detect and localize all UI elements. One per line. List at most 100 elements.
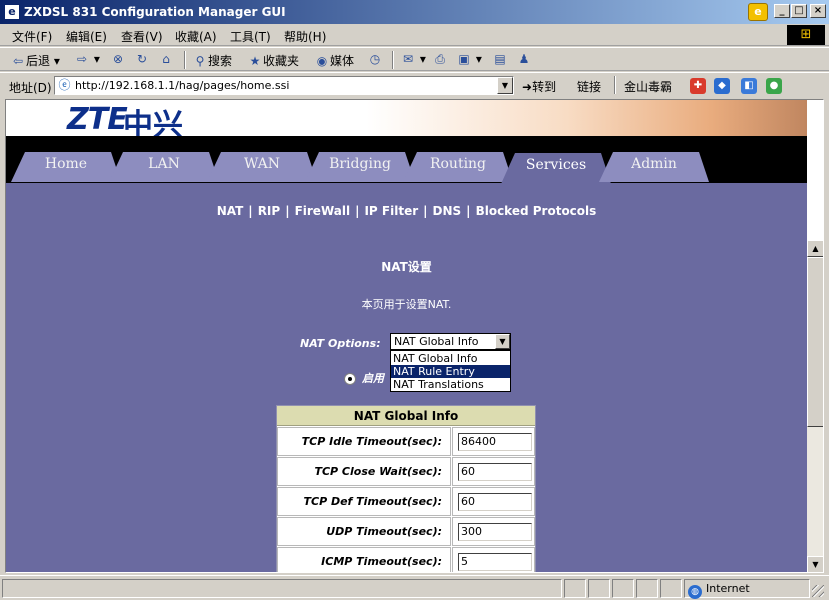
mail-icon: ✉ bbox=[402, 52, 414, 66]
edit-button[interactable]: ▣ ▾ bbox=[456, 52, 482, 66]
nat-options-select[interactable]: NAT Global Info ▼ bbox=[390, 333, 511, 350]
menu-file[interactable]: 文件(F) bbox=[12, 28, 52, 45]
update-icon[interactable]: ◆ bbox=[714, 78, 730, 94]
scroll-up-button[interactable]: ▲ bbox=[807, 240, 823, 257]
shield-icon[interactable]: ● bbox=[766, 78, 782, 94]
radio-dot bbox=[348, 377, 352, 381]
menu-edit[interactable]: 编辑(E) bbox=[66, 28, 107, 45]
table-cell: 60 bbox=[452, 457, 535, 486]
close-button[interactable]: × bbox=[810, 4, 826, 18]
browser-toolbar: ⇦ 后退 ▾ ⇨ ▾ ⊗ ↻ ⌂ ⚲ 搜索 ★ 收藏夹 ◉ 媒体 ◷ ✉ ▾ ⎙ ▣ ▾… bbox=[0, 47, 829, 71]
home-button[interactable]: ⌂ bbox=[158, 52, 174, 66]
messenger-button[interactable]: ♟ bbox=[516, 52, 532, 66]
status-bar: ◍ Internet bbox=[0, 575, 829, 600]
ie-logo-icon: e bbox=[748, 3, 768, 21]
menu-bar: 文件(F) 编辑(E) 查看(V) 收藏(A) 工具(T) 帮助(H) ⊞ bbox=[0, 24, 829, 46]
forward-button[interactable]: ⇨ ▾ bbox=[74, 52, 100, 66]
minimize-button[interactable]: _ bbox=[774, 4, 790, 18]
address-input[interactable]: ⓔ http://192.168.1.1/hag/pages/home.ssi … bbox=[54, 76, 514, 95]
forward-arrow-icon: ⇨ bbox=[76, 52, 88, 66]
mail-button[interactable]: ✉ ▾ bbox=[400, 52, 426, 66]
address-label: 地址(D) bbox=[9, 81, 52, 95]
history-icon: ◷ bbox=[369, 52, 381, 66]
subnav-separator: | bbox=[423, 204, 428, 218]
links-button[interactable]: 链接 bbox=[577, 78, 601, 95]
scan-icon[interactable]: ◧ bbox=[741, 78, 757, 94]
menu-favorites[interactable]: 收藏(A) bbox=[175, 28, 217, 45]
address-bar: 地址(D) ⓔ http://192.168.1.1/hag/pages/hom… bbox=[0, 72, 829, 97]
maximize-button[interactable]: □ bbox=[791, 4, 807, 18]
stop-button[interactable]: ⊗ bbox=[110, 52, 126, 66]
globe-icon: ◍ bbox=[688, 585, 702, 599]
toolbar-separator bbox=[184, 51, 186, 69]
udp-timeout-input[interactable]: 300 bbox=[458, 523, 532, 541]
status-panel bbox=[588, 579, 610, 598]
favorites-button[interactable]: ★ 收藏夹 bbox=[247, 52, 299, 69]
tab-bridging[interactable]: Bridging bbox=[305, 152, 415, 182]
tcp-idle-timeout-label: TCP Idle Timeout(sec): bbox=[277, 427, 451, 456]
refresh-icon: ↻ bbox=[136, 52, 148, 66]
subnav-blocked-protocols[interactable]: Blocked Protocols bbox=[476, 204, 597, 218]
dropdown-option-translations[interactable]: NAT Translations bbox=[391, 378, 510, 391]
tab-home[interactable]: Home bbox=[11, 152, 121, 182]
subnav-nat[interactable]: NAT bbox=[217, 204, 244, 218]
status-zone: ◍ Internet bbox=[688, 582, 750, 599]
discuss-icon: ▤ bbox=[494, 52, 506, 66]
status-panel bbox=[660, 579, 682, 598]
back-button[interactable]: ⇦ 后退 ▾ bbox=[10, 52, 60, 69]
table-cell: 5 bbox=[452, 547, 535, 572]
tcp-close-wait-label: TCP Close Wait(sec): bbox=[277, 457, 451, 486]
refresh-button[interactable]: ↻ bbox=[134, 52, 150, 66]
enable-radio[interactable] bbox=[344, 373, 356, 385]
resize-grip[interactable] bbox=[812, 585, 824, 597]
tcp-def-timeout-input[interactable]: 60 bbox=[458, 493, 532, 511]
jinshan-link[interactable]: 金山毒霸 bbox=[624, 78, 672, 95]
tcp-idle-timeout-input[interactable]: 86400 bbox=[458, 433, 532, 451]
dropdown-option-rule-entry[interactable]: NAT Rule Entry bbox=[391, 365, 510, 378]
table-cell: 86400 bbox=[452, 427, 535, 456]
address-dropdown-button[interactable]: ▼ bbox=[497, 77, 513, 94]
media-label: 媒体 bbox=[330, 54, 355, 68]
tab-lan[interactable]: LAN bbox=[109, 152, 219, 182]
table-row: TCP Def Timeout(sec): 60 bbox=[277, 487, 535, 517]
tab-services[interactable]: Services bbox=[501, 153, 611, 184]
status-panel bbox=[612, 579, 634, 598]
status-panel bbox=[564, 579, 586, 598]
windows-flag-icon: ⊞ bbox=[787, 25, 825, 45]
address-url[interactable]: http://192.168.1.1/hag/pages/home.ssi bbox=[75, 79, 289, 92]
search-label: 搜索 bbox=[208, 54, 233, 68]
media-button[interactable]: ◉ 媒体 bbox=[314, 52, 354, 69]
tab-routing[interactable]: Routing bbox=[403, 152, 513, 182]
window-titlebar[interactable]: e ZXDSL 831 Configuration Manager GUI e … bbox=[0, 0, 829, 24]
discuss-button[interactable]: ▤ bbox=[492, 52, 508, 66]
tab-wan[interactable]: WAN bbox=[207, 152, 317, 182]
tcp-close-wait-input[interactable]: 60 bbox=[458, 463, 532, 481]
dropdown-option-global-info[interactable]: NAT Global Info bbox=[391, 352, 510, 365]
tab-admin[interactable]: Admin bbox=[599, 152, 709, 182]
subnav-rip[interactable]: RIP bbox=[258, 204, 281, 218]
subnav-dns[interactable]: DNS bbox=[433, 204, 462, 218]
menu-tools[interactable]: 工具(T) bbox=[230, 28, 271, 45]
vertical-scrollbar[interactable]: ▲ ▼ bbox=[807, 240, 823, 572]
antivirus-icon[interactable]: ✚ bbox=[690, 78, 706, 94]
favorites-icon: ★ bbox=[249, 54, 261, 68]
table-row: UDP Timeout(sec): 300 bbox=[277, 517, 535, 547]
chevron-down-icon[interactable]: ▼ bbox=[495, 334, 510, 349]
table-cell: 300 bbox=[452, 517, 535, 546]
go-button[interactable]: ➜转到 bbox=[522, 78, 556, 95]
icmp-timeout-label: ICMP Timeout(sec): bbox=[277, 547, 451, 572]
icmp-timeout-input[interactable]: 5 bbox=[458, 553, 532, 571]
subnav-ip-filter[interactable]: IP Filter bbox=[364, 204, 418, 218]
history-button[interactable]: ◷ bbox=[367, 52, 383, 66]
menu-help[interactable]: 帮助(H) bbox=[284, 28, 326, 45]
search-button[interactable]: ⚲ 搜索 bbox=[192, 52, 232, 69]
links-separator bbox=[614, 76, 616, 94]
app-icon: e bbox=[4, 4, 20, 20]
menu-view[interactable]: 查看(V) bbox=[121, 28, 163, 45]
table-row: TCP Idle Timeout(sec): 86400 bbox=[277, 427, 535, 457]
scroll-down-button[interactable]: ▼ bbox=[807, 556, 823, 572]
page-description: 本页用于设置NAT. bbox=[361, 298, 452, 311]
scroll-thumb[interactable] bbox=[807, 257, 823, 427]
subnav-firewall[interactable]: FireWall bbox=[295, 204, 351, 218]
print-button[interactable]: ⎙ bbox=[432, 52, 448, 67]
